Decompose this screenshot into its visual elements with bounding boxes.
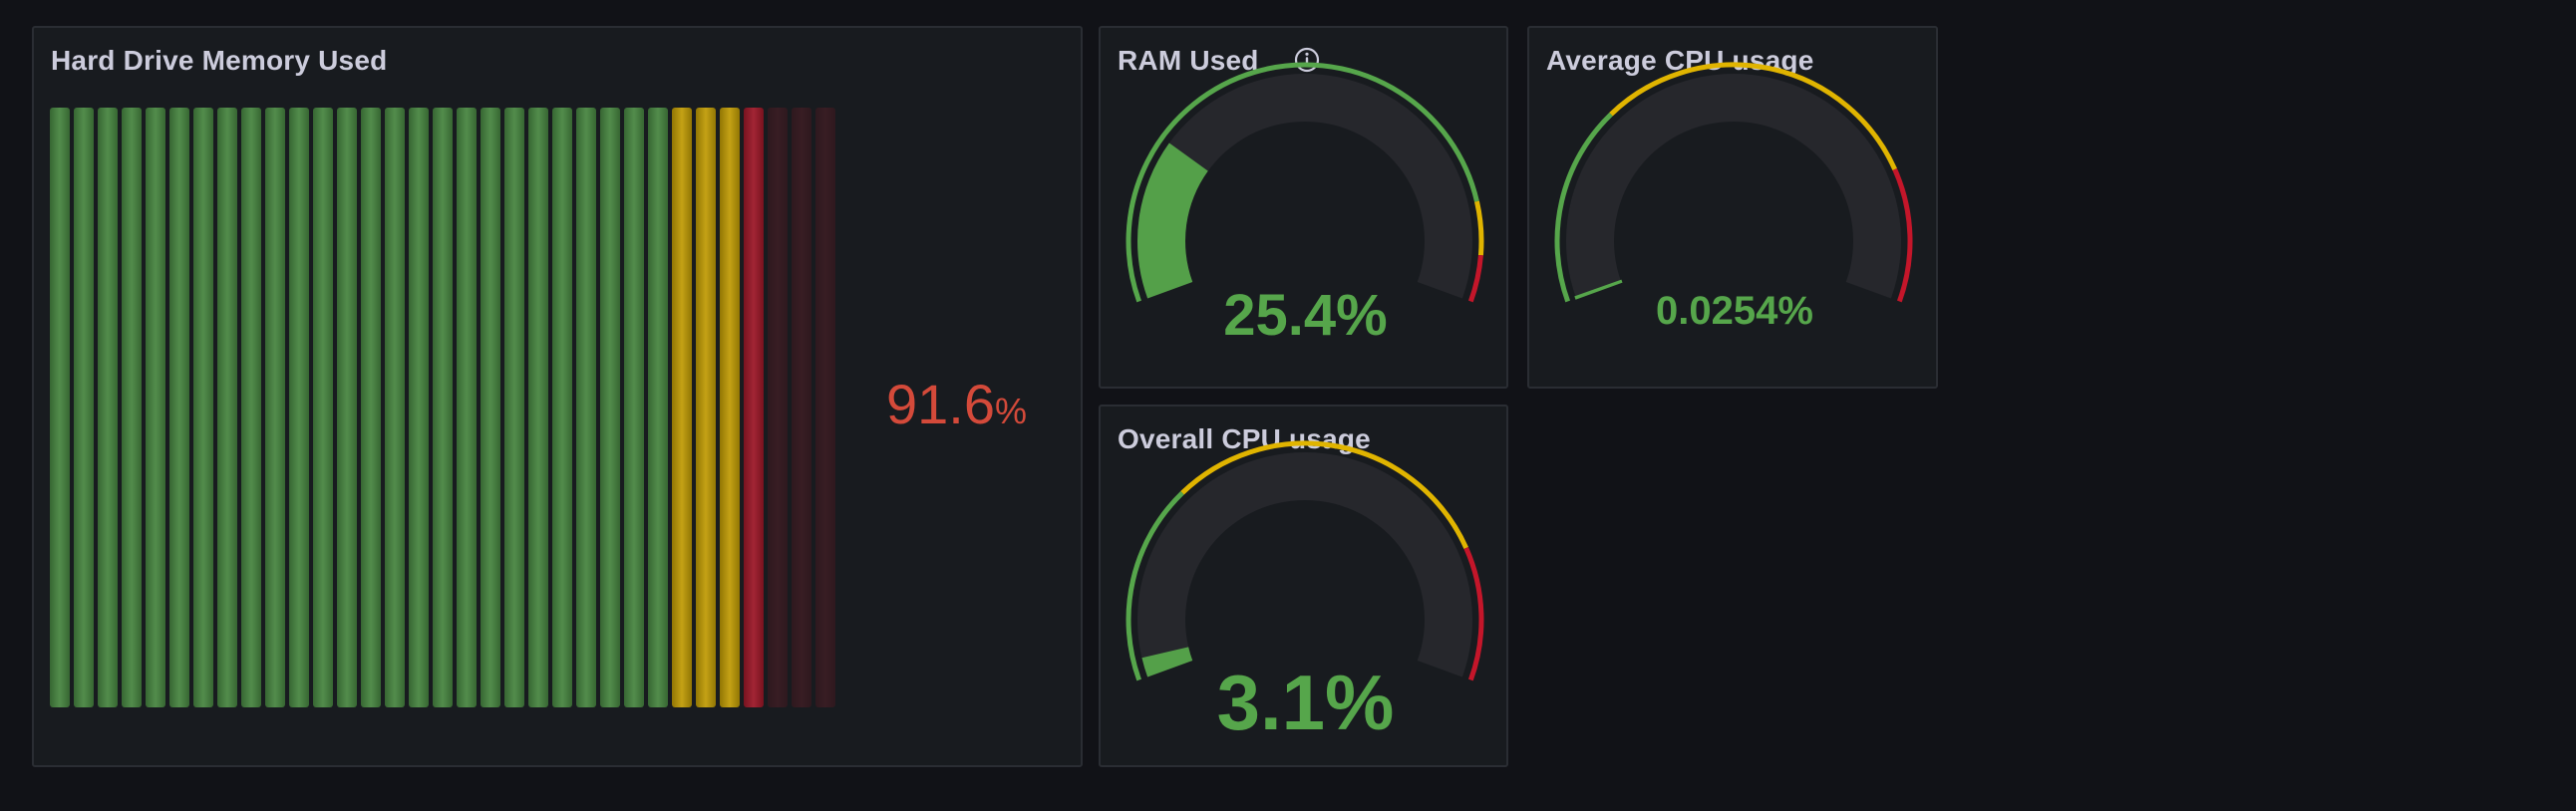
bar-gauge-cell <box>600 108 620 707</box>
bar-gauge-cell <box>720 108 740 707</box>
ram-panel: RAM Used 25.4% <box>1099 26 1508 389</box>
bar-gauge-cell <box>576 108 596 707</box>
bar-gauge-cell <box>241 108 261 707</box>
bar-gauge-cell <box>648 108 668 707</box>
bar-gauge-cell <box>193 108 213 707</box>
bar-gauge-cell <box>696 108 716 707</box>
bar-gauge-cell <box>265 108 285 707</box>
hard-drive-panel: Hard Drive Memory Used 91.6% <box>32 26 1083 767</box>
hard-drive-panel-title[interactable]: Hard Drive Memory Used <box>51 45 387 77</box>
avg-cpu-panel: Average CPU usage 0.0254% <box>1527 26 1938 389</box>
hard-drive-value-unit: % <box>995 391 1028 431</box>
bar-gauge-cell <box>50 108 70 707</box>
bar-gauge-cell <box>552 108 572 707</box>
bar-gauge-cell <box>169 108 189 707</box>
bar-gauge-cell <box>433 108 453 707</box>
bar-gauge-cell <box>146 108 165 707</box>
overall-cpu-panel: Overall CPU usage 3.1% <box>1099 405 1508 767</box>
bar-gauge-cell <box>337 108 357 707</box>
bar-gauge-cell <box>744 108 764 707</box>
hard-drive-value: 91.6% <box>886 372 1027 436</box>
avg-cpu-gauge <box>1554 62 1913 303</box>
bar-gauge-cell <box>217 108 237 707</box>
bar-gauge-cell <box>313 108 333 707</box>
bar-gauge-cell <box>98 108 118 707</box>
bar-gauge-cell <box>768 108 788 707</box>
bar-gauge-cell <box>74 108 94 707</box>
bar-gauge-cell <box>457 108 477 707</box>
bar-gauge-cell <box>289 108 309 707</box>
bar-gauge-cell <box>672 108 692 707</box>
bar-gauge-cell <box>122 108 142 707</box>
bar-gauge-cell <box>361 108 381 707</box>
bar-gauge-cell <box>481 108 500 707</box>
bar-gauge-cell <box>504 108 524 707</box>
hard-drive-bar-gauge <box>50 108 847 707</box>
avg-cpu-gauge-value: 0.0254% <box>1656 289 1813 333</box>
bar-gauge-cell <box>624 108 644 707</box>
overall-cpu-gauge-value: 3.1% <box>1216 659 1395 746</box>
bar-gauge-cell <box>385 108 405 707</box>
gauge-threshold-arc <box>1474 200 1484 256</box>
bar-gauge-cell <box>792 108 811 707</box>
gauge-value-arc <box>1137 142 1208 299</box>
bar-gauge-cell <box>528 108 548 707</box>
hard-drive-value-number: 91.6 <box>886 373 995 435</box>
bar-gauge-cell <box>815 108 835 707</box>
bar-gauge-cell <box>409 108 429 707</box>
ram-gauge-value: 25.4% <box>1223 283 1388 348</box>
